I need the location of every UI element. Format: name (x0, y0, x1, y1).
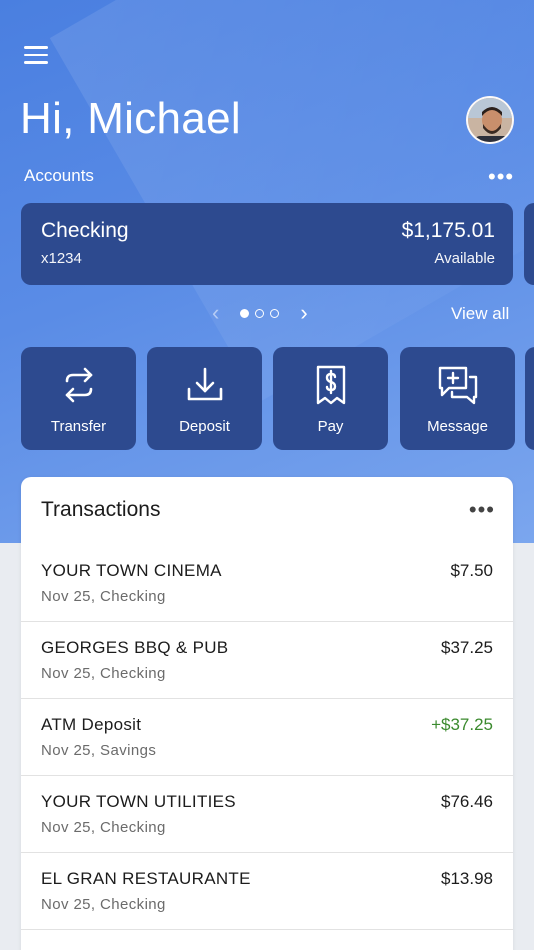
deposit-icon (187, 367, 222, 401)
message-button[interactable]: Message (400, 347, 515, 450)
transaction-meta: Nov 25, Savings (41, 742, 157, 759)
transactions-card: Transactions ••• YOUR TOWN CINEMA Nov 25… (21, 477, 513, 950)
account-pager: ‹ › (212, 300, 308, 326)
accounts-section-label: Accounts (24, 166, 94, 185)
avatar[interactable] (466, 96, 514, 144)
transaction-meta: Nov 25, Checking (41, 819, 166, 836)
transaction-merchant: EL GRAN RESTAURANTE (41, 869, 251, 888)
transfer-icon (65, 367, 92, 403)
transactions-title: Transactions (41, 498, 161, 521)
pay-label: Pay (317, 418, 344, 435)
accounts-more-icon[interactable]: ••• (488, 164, 514, 190)
transaction-amount: +$37.25 (431, 715, 493, 734)
transfer-button[interactable]: Transfer (21, 347, 136, 450)
transaction-row[interactable]: EL GRAN RESTAURANTE Nov 25, Checking $13… (21, 853, 513, 930)
transaction-row[interactable]: GEORGES BBQ & PUB Nov 25, Checking $37.2… (21, 622, 513, 699)
transaction-row[interactable]: YOUR TOWN UTILITIES Nov 25, Checking $76… (21, 776, 513, 853)
transaction-amount: $76.46 (441, 792, 493, 811)
transaction-merchant: GEORGES BBQ & PUB (41, 638, 229, 657)
next-action-button[interactable] (525, 347, 534, 450)
transaction-amount: $13.98 (441, 869, 493, 888)
account-name: Checking (41, 219, 129, 242)
message-icon (438, 366, 477, 405)
page-dot-3[interactable] (270, 308, 280, 318)
account-balance-label: Available (434, 250, 495, 267)
chevron-right-icon[interactable]: › (300, 300, 307, 326)
transfer-label: Transfer (50, 418, 107, 435)
transaction-meta: Nov 25, Checking (41, 588, 166, 605)
transaction-row[interactable]: YOUR TOWN CINEMA Nov 25, Checking $7.50 (21, 545, 513, 622)
transaction-merchant: YOUR TOWN UTILITIES (41, 792, 236, 811)
transaction-meta: Nov 25, Checking (41, 665, 166, 682)
page-dot-2[interactable] (255, 308, 265, 318)
view-all-link[interactable]: View all (451, 304, 509, 324)
next-account-card[interactable] (524, 203, 534, 285)
transaction-merchant: YOUR TOWN CINEMA (41, 561, 222, 580)
deposit-label: Deposit (179, 418, 230, 435)
transaction-row[interactable]: ATM Deposit Nov 25, Savings +$37.25 (21, 699, 513, 776)
transaction-amount: $7.50 (450, 561, 493, 580)
transactions-more-icon[interactable]: ••• (469, 497, 495, 523)
page-dot-1[interactable] (240, 308, 250, 318)
transaction-amount: $37.25 (441, 638, 493, 657)
deposit-button[interactable]: Deposit (147, 347, 262, 450)
chevron-left-icon[interactable]: ‹ (212, 300, 219, 326)
greeting-title: Hi, Michael (20, 94, 241, 143)
account-card-checking[interactable]: Checking x1234 $1,175.01 Available (21, 203, 513, 285)
account-balance: $1,175.01 (401, 219, 495, 242)
account-number: x1234 (41, 250, 82, 267)
pay-button[interactable]: Pay (273, 347, 388, 450)
transaction-meta: Nov 25, Checking (41, 896, 166, 913)
message-label: Message (427, 418, 488, 435)
pay-bill-icon (316, 365, 345, 405)
transaction-merchant: ATM Deposit (41, 715, 142, 734)
hamburger-menu-icon[interactable] (24, 46, 48, 66)
